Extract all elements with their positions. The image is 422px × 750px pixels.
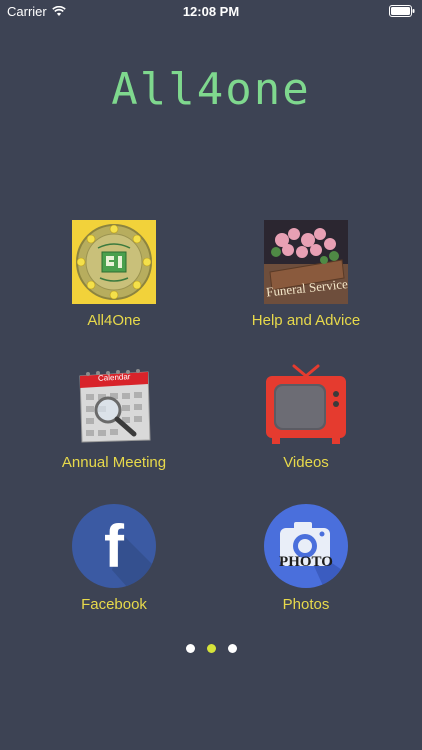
page-indicator[interactable] (0, 644, 422, 653)
tile-facebook[interactable]: f Facebook (14, 504, 214, 614)
tile-videos[interactable]: Videos (206, 362, 406, 472)
tile-help-and-advice[interactable]: Funeral Services Help and Advice (206, 220, 406, 330)
tile-annual-meeting[interactable]: Calendar Annual Meeting (14, 362, 214, 472)
clock: 12:08 PM (182, 4, 240, 19)
emblem-icon[interactable] (72, 220, 156, 304)
tile-label: Videos (283, 454, 329, 471)
page-dot-2[interactable] (206, 644, 216, 653)
tile-label: Facebook (81, 596, 147, 613)
tile-label: Help and Advice (251, 312, 361, 329)
tile-label: Annual Meeting (61, 454, 167, 471)
app-title: All4one (111, 64, 311, 115)
tile-label: Photos (282, 596, 330, 613)
page-dot-3[interactable] (227, 644, 237, 653)
calendar-icon[interactable]: Calendar (72, 362, 156, 446)
tv-icon[interactable] (264, 362, 348, 446)
tile-photos[interactable]: PHOTO Photos (206, 504, 406, 614)
tile-all4one[interactable]: All4One (14, 220, 214, 330)
icon-caption: f (104, 513, 124, 580)
page-dot-1[interactable] (185, 644, 195, 653)
funeral-services-icon[interactable]: Funeral Services (264, 220, 348, 304)
icon-caption: Calendar (97, 372, 131, 383)
icon-caption: PHOTO (279, 554, 333, 570)
camera-icon[interactable]: PHOTO (264, 504, 348, 588)
facebook-icon[interactable]: f (72, 504, 156, 588)
battery-icon (389, 5, 415, 17)
status-bar: Carrier 12:08 PM (0, 0, 422, 22)
tile-label: All4One (87, 312, 141, 329)
